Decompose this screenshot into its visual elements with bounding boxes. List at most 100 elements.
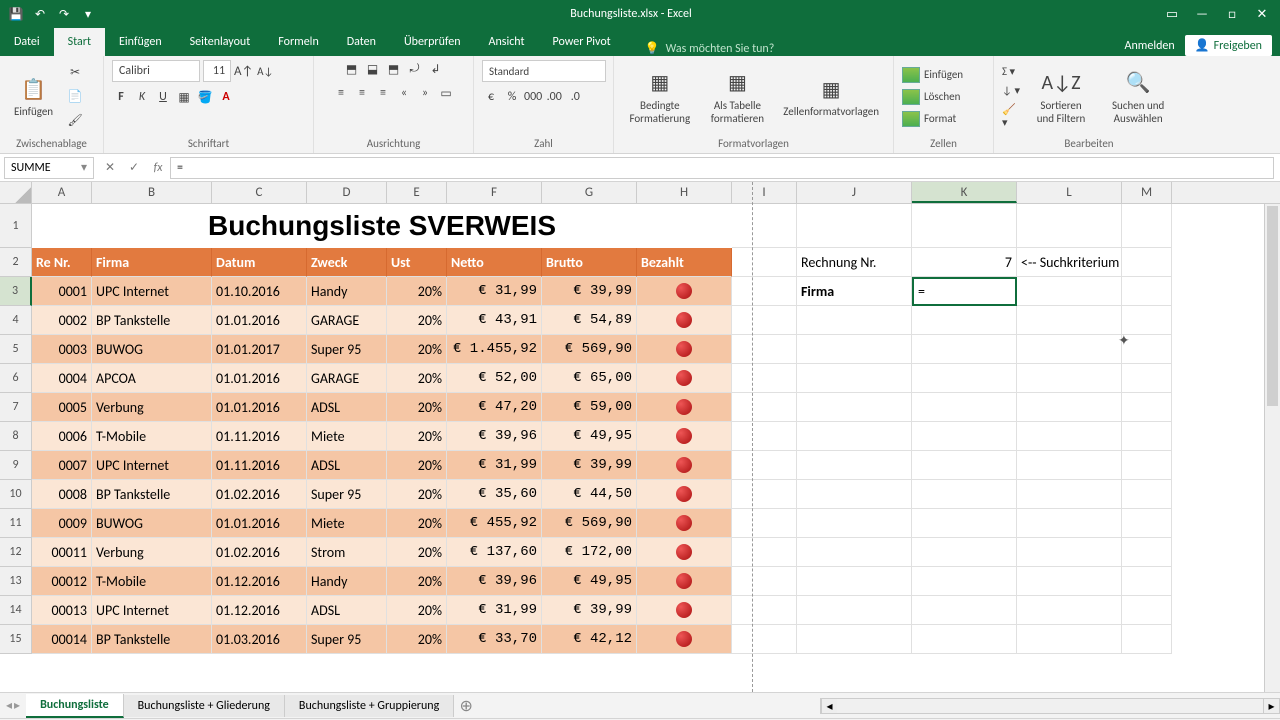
find-select-button[interactable]: 🔍Suchen und Auswählen (1100, 67, 1176, 127)
anmelden-link[interactable]: Anmelden (1125, 39, 1175, 53)
cancel-formula-icon[interactable]: ✕ (98, 160, 122, 175)
cell[interactable]: ADSL (307, 393, 387, 422)
sheet-tab-3[interactable]: Buchungsliste + Gruppierung (285, 695, 454, 717)
percent-icon[interactable]: % (503, 88, 521, 106)
cell[interactable] (912, 364, 1017, 393)
cell[interactable] (732, 364, 797, 393)
cell[interactable]: € 39,96 (447, 422, 542, 451)
row-header[interactable]: 9 (0, 451, 32, 480)
cell[interactable] (637, 393, 732, 422)
align-left-icon[interactable]: ≡ (332, 84, 350, 102)
cut-icon[interactable]: ✂ (65, 63, 85, 83)
align-right-icon[interactable]: ≡ (374, 84, 392, 102)
cell[interactable] (797, 480, 912, 509)
close-icon[interactable]: ✕ (1248, 7, 1276, 22)
autosum-icon[interactable]: Σ ▾ (1002, 65, 1022, 78)
cell[interactable]: 01.10.2016 (212, 277, 307, 306)
row-header[interactable]: 11 (0, 509, 32, 538)
cell[interactable]: 01.11.2016 (212, 422, 307, 451)
cell[interactable]: ADSL (307, 596, 387, 625)
conditional-formatting-button[interactable]: ▦Bedingte Formatierung (622, 67, 698, 127)
row-header[interactable]: 7 (0, 393, 32, 422)
tab-seitenlayout[interactable]: Seitenlayout (176, 28, 265, 56)
dec-decimal-icon[interactable]: .0 (566, 88, 584, 106)
format-painter-icon[interactable]: 🖌 (65, 111, 85, 131)
cell[interactable] (1017, 625, 1122, 654)
cell[interactable] (1122, 364, 1172, 393)
column-header-A[interactable]: A (32, 182, 92, 203)
cell[interactable]: BUWOG (92, 509, 212, 538)
cell[interactable] (1122, 596, 1172, 625)
cell[interactable] (1017, 509, 1122, 538)
column-header-L[interactable]: L (1017, 182, 1122, 203)
cell[interactable]: € 137,60 (447, 538, 542, 567)
cell[interactable]: 00012 (32, 567, 92, 596)
cell[interactable]: Super 95 (307, 625, 387, 654)
cell[interactable] (637, 625, 732, 654)
sheet-nav-next-icon[interactable]: ▸ (14, 698, 20, 713)
row-header[interactable]: 2 (0, 248, 32, 277)
cell[interactable] (1122, 335, 1172, 364)
thousands-icon[interactable]: 000 (524, 88, 542, 106)
cell[interactable]: GARAGE (307, 364, 387, 393)
orientation-icon[interactable]: ⤾ (406, 60, 424, 78)
cell[interactable] (912, 509, 1017, 538)
cell[interactable]: € 42,12 (542, 625, 637, 654)
sheet-tab-2[interactable]: Buchungsliste + Gliederung (124, 695, 285, 717)
cell[interactable] (732, 451, 797, 480)
cell[interactable] (1122, 538, 1172, 567)
cell[interactable]: 20% (387, 364, 447, 393)
cell[interactable] (1017, 567, 1122, 596)
cell[interactable]: 20% (387, 625, 447, 654)
cell[interactable]: 01.02.2016 (212, 480, 307, 509)
cell[interactable]: € 1.455,92 (447, 335, 542, 364)
cell[interactable]: Handy (307, 567, 387, 596)
add-sheet-button[interactable]: ⊕ (454, 696, 478, 716)
tab-formeln[interactable]: Formeln (264, 28, 332, 56)
cell[interactable] (732, 422, 797, 451)
delete-cells-button[interactable]: Löschen (902, 89, 963, 105)
cell[interactable]: 0001 (32, 277, 92, 306)
cell[interactable]: 7 (912, 248, 1017, 277)
cell[interactable]: 01.03.2016 (212, 625, 307, 654)
cell[interactable] (797, 509, 912, 538)
row-header[interactable]: 5 (0, 335, 32, 364)
cell[interactable] (732, 248, 797, 277)
cell[interactable] (912, 306, 1017, 335)
cell[interactable] (797, 625, 912, 654)
cell[interactable]: 0004 (32, 364, 92, 393)
column-header-D[interactable]: D (307, 182, 387, 203)
fx-icon[interactable]: fx (146, 161, 170, 175)
cell[interactable] (1122, 509, 1172, 538)
column-header-G[interactable]: G (542, 182, 637, 203)
cell[interactable]: € 39,99 (542, 451, 637, 480)
cell[interactable]: 0008 (32, 480, 92, 509)
tab-einfuegen[interactable]: Einfügen (105, 28, 176, 56)
cell[interactable] (1017, 277, 1122, 306)
border-icon[interactable]: ▦ (175, 88, 193, 106)
cell[interactable] (732, 596, 797, 625)
align-top-icon[interactable]: ⬒ (343, 60, 361, 78)
cell[interactable]: € 569,90 (542, 335, 637, 364)
cell[interactable] (912, 625, 1017, 654)
cell[interactable]: 20% (387, 567, 447, 596)
cell[interactable]: T-Mobile (92, 422, 212, 451)
cell[interactable] (797, 451, 912, 480)
scrollbar-thumb[interactable] (1267, 206, 1278, 406)
tell-me[interactable]: 💡 Was möchten Sie tun? (625, 41, 1125, 56)
cell[interactable]: 01.01.2016 (212, 364, 307, 393)
cell[interactable]: 00013 (32, 596, 92, 625)
cell[interactable]: 20% (387, 538, 447, 567)
horizontal-scrollbar[interactable]: ◂▸ (820, 698, 1280, 714)
cell[interactable]: € 39,99 (542, 277, 637, 306)
cell[interactable] (912, 480, 1017, 509)
cell[interactable]: APCOA (92, 364, 212, 393)
number-format-combo[interactable]: Standard (482, 60, 606, 82)
cell[interactable] (732, 277, 797, 306)
cell[interactable]: 0002 (32, 306, 92, 335)
cell[interactable]: 20% (387, 480, 447, 509)
cell[interactable]: 20% (387, 335, 447, 364)
cell[interactable]: GARAGE (307, 306, 387, 335)
sheet-nav-prev-icon[interactable]: ◂ (6, 698, 12, 713)
fill-color-icon[interactable]: 🪣 (196, 88, 214, 106)
